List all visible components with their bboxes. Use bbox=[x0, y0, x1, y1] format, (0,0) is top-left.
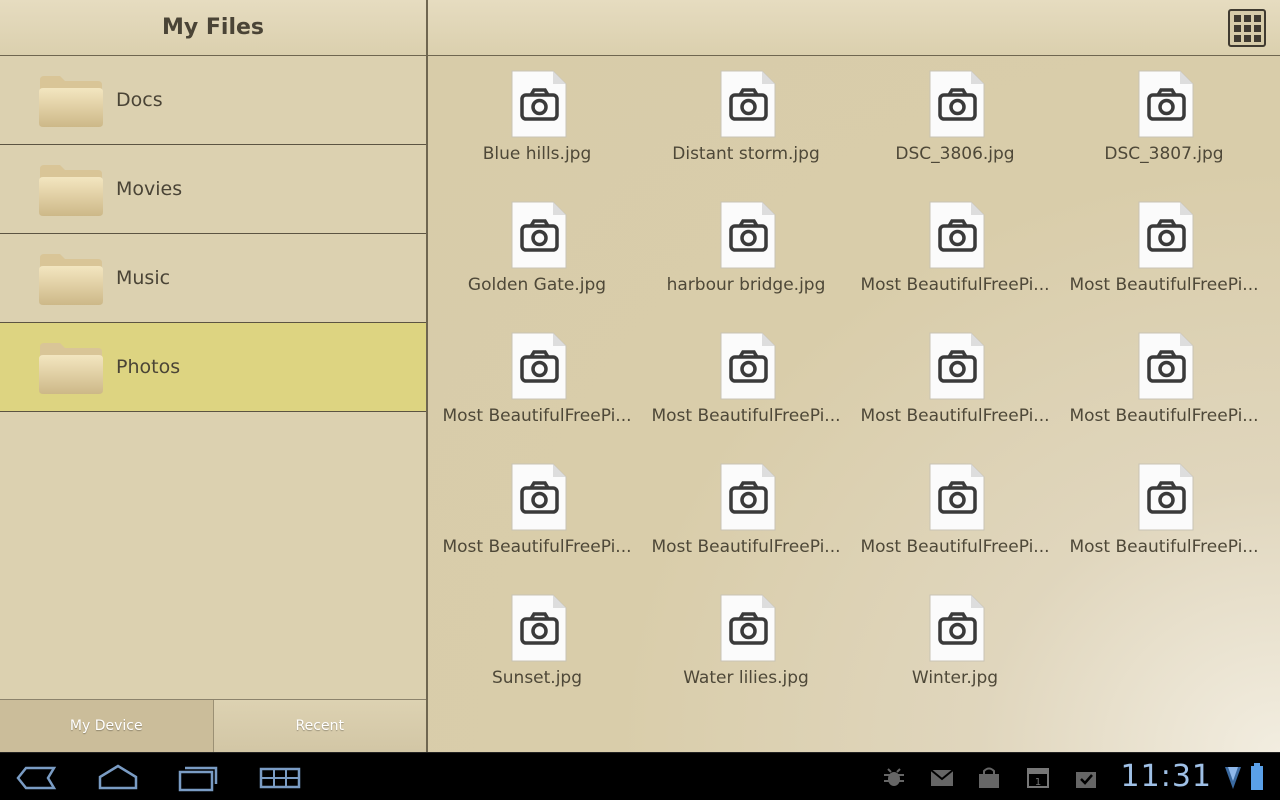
file-item[interactable]: Most BeautifulFreePi... bbox=[641, 449, 850, 580]
screenshot-icon[interactable] bbox=[258, 763, 302, 793]
battery-icon bbox=[1251, 763, 1263, 790]
back-icon[interactable] bbox=[14, 763, 60, 793]
image-file-icon bbox=[720, 594, 776, 662]
usb-debug-icon bbox=[884, 768, 904, 786]
image-file-icon bbox=[720, 463, 776, 531]
image-file-icon bbox=[1138, 463, 1194, 531]
folder-icon bbox=[39, 165, 103, 216]
image-file-icon bbox=[511, 594, 567, 662]
file-name: DSC_3806.jpg bbox=[895, 144, 1015, 164]
folder-label: Docs bbox=[116, 89, 163, 111]
image-file-icon bbox=[929, 594, 985, 662]
file-name: Sunset.jpg bbox=[491, 668, 583, 688]
file-item[interactable]: Most BeautifulFreePi... bbox=[1059, 318, 1268, 449]
folder-row-music[interactable]: Music bbox=[0, 234, 426, 323]
file-name: Most BeautifulFreePi... bbox=[442, 537, 632, 557]
file-item[interactable]: Most BeautifulFreePi... bbox=[1059, 187, 1268, 318]
image-file-icon bbox=[511, 70, 567, 138]
file-name: Most BeautifulFreePi... bbox=[651, 537, 841, 557]
folder-panel: My Files Docs Movies Music Photos My Device… bbox=[0, 0, 426, 752]
image-file-icon bbox=[1138, 70, 1194, 138]
clock[interactable]: 11:31 bbox=[1121, 759, 1212, 794]
file-name: harbour bridge.jpg bbox=[666, 275, 826, 295]
folder-label: Photos bbox=[116, 356, 181, 378]
file-item[interactable]: DSC_3806.jpg bbox=[850, 56, 1059, 187]
image-file-icon bbox=[929, 70, 985, 138]
file-name: Water lilies.jpg bbox=[683, 668, 809, 688]
file-item[interactable]: harbour bridge.jpg bbox=[641, 187, 850, 318]
folder-icon bbox=[39, 343, 103, 394]
image-file-icon bbox=[511, 332, 567, 400]
file-name: Most BeautifulFreePi... bbox=[651, 406, 841, 426]
folder-label: Movies bbox=[116, 178, 183, 200]
image-file-icon bbox=[511, 201, 567, 269]
file-item[interactable]: Sunset.jpg bbox=[432, 580, 641, 711]
file-name: Most BeautifulFreePi... bbox=[1069, 406, 1259, 426]
file-item[interactable]: Most BeautifulFreePi... bbox=[432, 318, 641, 449]
grid-view-button[interactable] bbox=[1228, 9, 1266, 47]
file-name: Distant storm.jpg bbox=[672, 144, 820, 164]
file-item[interactable]: Golden Gate.jpg bbox=[432, 187, 641, 318]
panel-header: My Files bbox=[0, 0, 426, 56]
image-file-icon bbox=[929, 201, 985, 269]
system-bar: 1 11:31 bbox=[0, 752, 1280, 800]
file-panel-header bbox=[428, 0, 1280, 56]
folder-label: Music bbox=[116, 267, 171, 289]
image-file-icon bbox=[929, 463, 985, 531]
file-item[interactable]: Most BeautifulFreePi... bbox=[432, 449, 641, 580]
folder-row-photos[interactable]: Photos bbox=[0, 323, 426, 412]
file-grid: Blue hills.jpg Distant storm.jpg DSC_3806.… bbox=[428, 56, 1280, 711]
file-name: Most BeautifulFreePi... bbox=[860, 406, 1050, 426]
file-item[interactable]: Blue hills.jpg bbox=[432, 56, 641, 187]
file-name: Winter.jpg bbox=[911, 668, 999, 688]
file-name: Most BeautifulFreePi... bbox=[1069, 537, 1259, 557]
gmail-icon bbox=[930, 769, 954, 786]
image-file-icon bbox=[929, 332, 985, 400]
home-icon[interactable] bbox=[96, 763, 140, 793]
store-icon bbox=[979, 767, 999, 788]
tab-label: Recent bbox=[295, 718, 344, 734]
image-file-icon bbox=[720, 70, 776, 138]
recent-apps-icon[interactable] bbox=[176, 763, 220, 793]
image-file-icon bbox=[1138, 332, 1194, 400]
file-name: DSC_3807.jpg bbox=[1104, 144, 1224, 164]
image-file-icon bbox=[511, 463, 567, 531]
image-file-icon bbox=[720, 332, 776, 400]
file-item[interactable]: Most BeautifulFreePi... bbox=[850, 449, 1059, 580]
folder-row-docs[interactable]: Docs bbox=[0, 56, 426, 145]
wifi-icon bbox=[1225, 767, 1241, 789]
grid-view-icon bbox=[1233, 14, 1241, 22]
file-panel: Blue hills.jpg Distant storm.jpg DSC_3806.… bbox=[428, 0, 1280, 752]
file-item[interactable]: Distant storm.jpg bbox=[641, 56, 850, 187]
file-item[interactable]: Most BeautifulFreePi... bbox=[850, 187, 1059, 318]
file-name: Most BeautifulFreePi... bbox=[442, 406, 632, 426]
folder-icon bbox=[39, 76, 103, 127]
file-item[interactable]: DSC_3807.jpg bbox=[1059, 56, 1268, 187]
file-name: Most BeautifulFreePi... bbox=[860, 537, 1050, 557]
folder-icon bbox=[39, 254, 103, 305]
folder-row-movies[interactable]: Movies bbox=[0, 145, 426, 234]
tasks-icon bbox=[1076, 772, 1096, 788]
file-name: Most BeautifulFreePi... bbox=[860, 275, 1050, 295]
tab-label: My Device bbox=[69, 718, 143, 734]
file-item[interactable]: Most BeautifulFreePi... bbox=[850, 318, 1059, 449]
tab-recent[interactable]: Recent bbox=[213, 700, 426, 752]
file-name: Most BeautifulFreePi... bbox=[1069, 275, 1259, 295]
folder-list: Docs Movies Music Photos bbox=[0, 56, 426, 412]
file-item[interactable]: Winter.jpg bbox=[850, 580, 1059, 711]
page-title: My Files bbox=[161, 15, 265, 40]
file-item[interactable]: Most BeautifulFreePi... bbox=[641, 318, 850, 449]
tab-my-device[interactable]: My Device bbox=[0, 700, 214, 752]
file-name: Golden Gate.jpg bbox=[467, 275, 607, 295]
file-item[interactable]: Most BeautifulFreePi... bbox=[1059, 449, 1268, 580]
bottom-tabs: My Device Recent bbox=[0, 699, 426, 752]
svg-text:1: 1 bbox=[1035, 777, 1041, 788]
image-file-icon bbox=[1138, 201, 1194, 269]
image-file-icon bbox=[720, 201, 776, 269]
file-name: Blue hills.jpg bbox=[482, 144, 592, 164]
file-item[interactable]: Water lilies.jpg bbox=[641, 580, 850, 711]
calendar-icon: 1 bbox=[1027, 768, 1049, 788]
